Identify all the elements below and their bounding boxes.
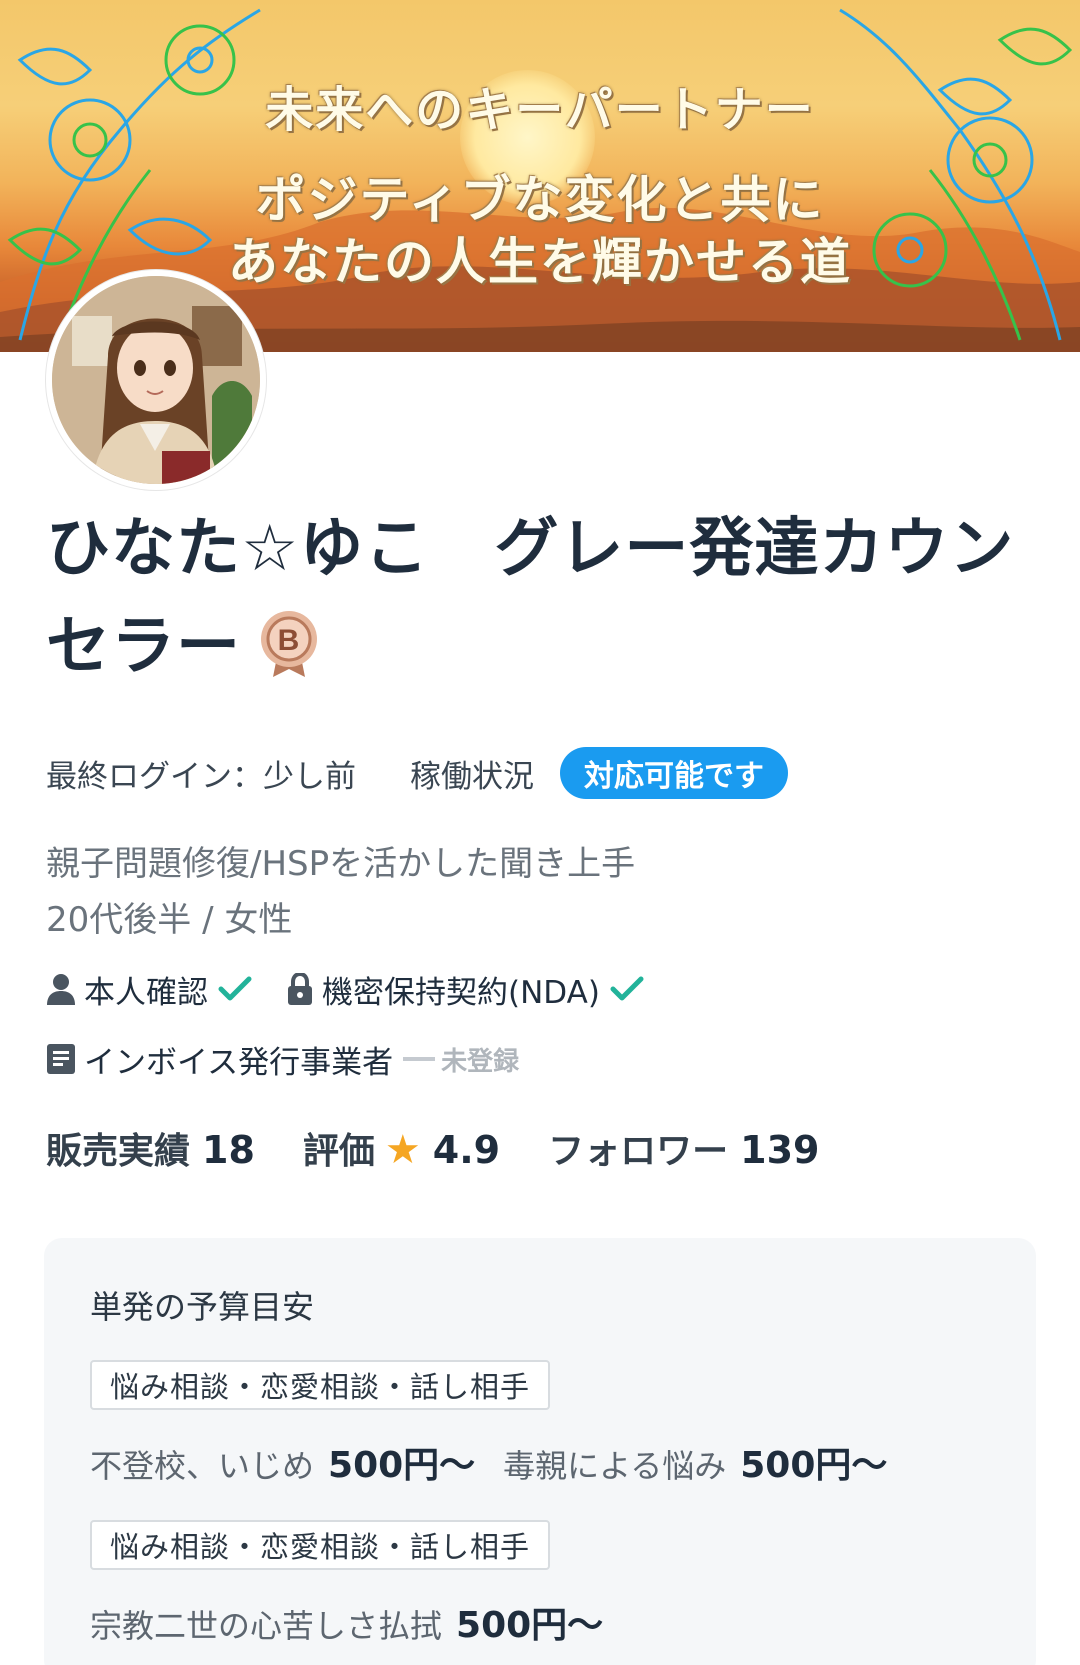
followers-value[interactable]: 139 bbox=[740, 1128, 819, 1172]
service-label[interactable]: 宗教二世の心苦しさ払拭 bbox=[90, 1601, 442, 1647]
profile-demographic: 20代後半 / 女性 bbox=[46, 900, 293, 940]
sales-label: 販売実績 bbox=[46, 1131, 191, 1172]
profile-name: ひなた☆ゆこ グレー発達カウンセラー B bbox=[46, 500, 1026, 696]
nda-label: 機密保持契約(NDA) bbox=[322, 974, 600, 1011]
sales-value: 18 bbox=[202, 1128, 255, 1172]
identity-verified: 本人確認 bbox=[46, 967, 252, 1012]
avatar-illustration bbox=[52, 276, 260, 484]
identity-label: 本人確認 bbox=[84, 974, 208, 1011]
person-icon bbox=[47, 974, 75, 1005]
price-line: 宗教二世の心苦しさ払拭 500円〜 bbox=[90, 1596, 631, 1648]
rank-badge-icon: B bbox=[261, 611, 317, 678]
service-price: 500円〜 bbox=[456, 1605, 604, 1646]
invoice-status: 未登録 bbox=[441, 1046, 520, 1077]
profile-tagline: 親子問題修復/HSPを活かした聞き上手 bbox=[46, 844, 636, 884]
profile-name-text: ひなた☆ゆこ グレー発達カウンセラー bbox=[46, 512, 1015, 684]
document-icon bbox=[47, 1044, 75, 1074]
status-row: 最終ログイン：少し前 稼働状況 対応可能です bbox=[46, 747, 788, 799]
lock-icon bbox=[288, 973, 312, 1005]
rating-value: 4.9 bbox=[432, 1128, 501, 1172]
rank-badge[interactable]: B bbox=[259, 609, 319, 679]
invoice-row: インボイス発行事業者 未登録 bbox=[46, 1036, 519, 1082]
price-line: 不登校、いじめ 500円〜 毒親による悩み 500円〜 bbox=[90, 1436, 915, 1488]
availability-badge: 対応可能です bbox=[560, 747, 788, 799]
budget-card: 単発の予算目安 悩み相談・恋愛相談・話し相手 不登校、いじめ 500円〜 毒親に… bbox=[44, 1238, 1036, 1665]
last-login: 最終ログイン：少し前 bbox=[46, 758, 356, 795]
rank-badge-letter: B bbox=[278, 624, 301, 657]
category-tag[interactable]: 悩み相談・恋愛相談・話し相手 bbox=[90, 1360, 551, 1410]
rating-label: 評価 bbox=[302, 1131, 375, 1172]
service-label[interactable]: 毒親による悩み bbox=[503, 1441, 726, 1487]
service-price: 500円〜 bbox=[328, 1445, 476, 1486]
service-price: 500円〜 bbox=[740, 1445, 888, 1486]
availability-label: 稼働状況 bbox=[410, 758, 534, 795]
banner-headline: 未来へのキーパートナー bbox=[265, 82, 815, 138]
category-tag[interactable]: 悩み相談・恋愛相談・話し相手 bbox=[90, 1520, 551, 1570]
verification-row: 本人確認 機密保持契約(NDA) bbox=[46, 966, 644, 1012]
check-icon bbox=[218, 976, 252, 1001]
check-icon bbox=[610, 976, 644, 1001]
profile-description: 親子問題修復/HSPを活かした聞き上手 20代後半 / 女性 bbox=[46, 836, 635, 948]
dash-icon bbox=[403, 1057, 436, 1061]
stats-row: 販売実績 18 評価 ★ 4.9 フォロワー 139 bbox=[46, 1122, 819, 1174]
followers-label[interactable]: フォロワー bbox=[548, 1122, 728, 1174]
invoice-label: インボイス発行事業者 bbox=[84, 1044, 394, 1081]
service-label[interactable]: 不登校、いじめ bbox=[90, 1441, 314, 1487]
budget-title: 単発の予算目安 bbox=[90, 1288, 315, 1326]
nda-signed: 機密保持契約(NDA) bbox=[286, 967, 644, 1012]
avatar[interactable] bbox=[46, 270, 266, 490]
star-icon: ★ bbox=[384, 1127, 421, 1173]
